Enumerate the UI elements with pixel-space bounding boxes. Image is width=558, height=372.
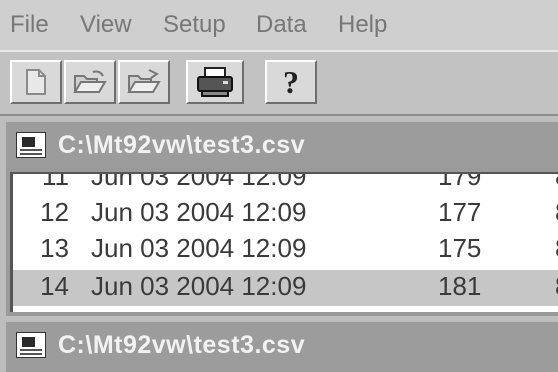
row-timestamp: Jun 03 2004 12:09 — [91, 233, 307, 263]
window-title-bar[interactable]: C:\Mt92vw\test3.csv — [6, 322, 558, 368]
row-index: 11 — [42, 172, 69, 191]
menu-file[interactable]: File — [10, 11, 49, 39]
data-list[interactable]: 11 Jun 03 2004 12:09 179 8 12 Jun 03 200… — [10, 172, 558, 312]
toolbar: ? — [0, 50, 558, 116]
row-index: 14 — [40, 271, 69, 301]
open-file-button[interactable] — [64, 60, 116, 104]
row-index: 13 — [40, 233, 69, 263]
row-value: 181 — [438, 271, 482, 301]
document-icon — [16, 332, 46, 358]
menu-help[interactable]: Help — [338, 11, 387, 39]
row-timestamp: Jun 03 2004 12:09 — [91, 271, 307, 301]
printer-icon — [197, 67, 233, 97]
document-window: C:\Mt92vw\test3.csv 11 Jun 03 2004 12:09… — [6, 122, 558, 316]
row-timestamp: Jun 03 2004 12:09 — [91, 172, 307, 191]
list-row[interactable]: 13 Jun 03 2004 12:09 175 8 — [13, 232, 558, 268]
svg-text:?: ? — [283, 65, 299, 99]
row-value: 175 — [438, 233, 482, 263]
row-value: 179 — [438, 172, 482, 191]
document-window-2: C:\Mt92vw\test3.csv — [6, 322, 558, 372]
print-button[interactable] — [186, 60, 244, 104]
open-folder-icon — [73, 70, 107, 93]
window-title-bar[interactable]: C:\Mt92vw\test3.csv — [6, 122, 558, 168]
help-question-icon: ? — [283, 65, 299, 99]
row-timestamp: Jun 03 2004 12:09 — [91, 197, 307, 227]
save-file-button[interactable] — [118, 60, 170, 104]
menu-data[interactable]: Data — [256, 11, 307, 39]
new-file-icon — [26, 69, 46, 95]
list-row[interactable]: 11 Jun 03 2004 12:09 179 8 — [13, 172, 558, 196]
save-folder-icon — [127, 69, 161, 93]
row-value: 177 — [438, 197, 482, 227]
new-file-button[interactable] — [10, 60, 62, 104]
help-button[interactable]: ? — [265, 60, 317, 104]
window-title: C:\Mt92vw\test3.csv — [58, 331, 306, 359]
menu-setup[interactable]: Setup — [163, 11, 226, 39]
document-icon — [16, 132, 46, 158]
menu-bar: File View Setup Data Help — [0, 0, 558, 50]
list-row-selected[interactable]: 14 Jun 03 2004 12:09 181 8 — [13, 270, 558, 306]
menu-view[interactable]: View — [80, 11, 132, 39]
window-title: C:\Mt92vw\test3.csv — [58, 131, 306, 159]
row-index: 12 — [40, 197, 69, 227]
list-row[interactable]: 12 Jun 03 2004 12:09 177 8 — [13, 196, 558, 232]
